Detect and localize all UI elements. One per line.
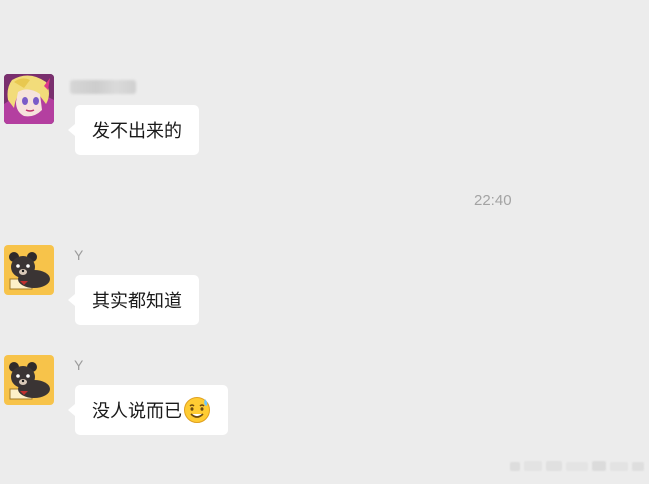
message-bubble[interactable]: 没人说而已 — [68, 385, 228, 435]
message-bubble[interactable]: 发不出来的 — [68, 105, 199, 155]
watermark — [510, 461, 644, 471]
message-bubble[interactable]: 其实都知道 — [68, 275, 199, 325]
sender-name: Y — [74, 247, 84, 263]
chat-window: 发不出来的 22:40 Y 其实都知道 Y 没人说而已 — [0, 0, 649, 484]
bear-avatar-icon[interactable] — [4, 245, 54, 295]
bear-avatar-icon[interactable] — [4, 355, 54, 405]
message-text: 没人说而已 — [92, 401, 182, 422]
sweat-smile-emoji-icon — [183, 396, 211, 424]
message-text: 发不出来的 — [92, 121, 182, 142]
message-text: 其实都知道 — [92, 291, 182, 312]
sender-name: Y — [74, 357, 84, 373]
sender-name-obscured — [70, 80, 136, 94]
anime-avatar-icon[interactable] — [4, 74, 54, 124]
timestamp: 22:40 — [474, 192, 512, 209]
